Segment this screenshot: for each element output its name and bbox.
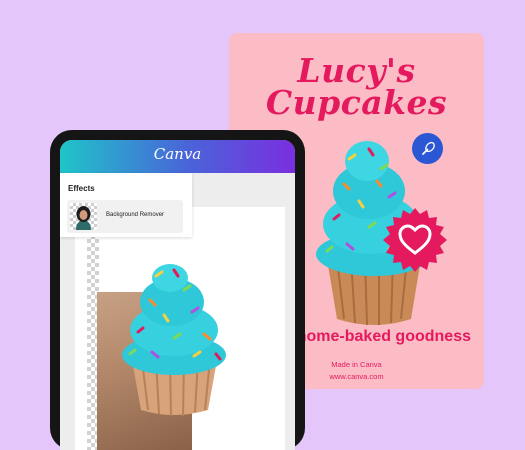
- background-remover-button[interactable]: Background Remover: [67, 200, 183, 233]
- tablet-screen: Canva Effects Background Remover: [60, 140, 295, 450]
- background-remover-thumbnail: [70, 203, 97, 230]
- editor-topbar: Canva: [60, 140, 295, 173]
- canva-logo[interactable]: Canva: [60, 145, 295, 163]
- poster-title: Lucy's Cupcakes: [229, 54, 484, 122]
- whisk-badge: [412, 133, 443, 164]
- poster-title-line2: Cupcakes: [265, 83, 448, 122]
- whisk-icon: [421, 141, 435, 155]
- tablet-device: Canva Effects Background Remover: [50, 130, 305, 450]
- person-icon: [76, 206, 91, 230]
- effects-title: Effects: [68, 184, 95, 193]
- heart-badge: [383, 208, 447, 272]
- background-remover-label: Background Remover: [106, 212, 165, 218]
- photo-cupcake-image: [122, 264, 226, 417]
- effects-panel: Effects Background Remover: [60, 173, 192, 237]
